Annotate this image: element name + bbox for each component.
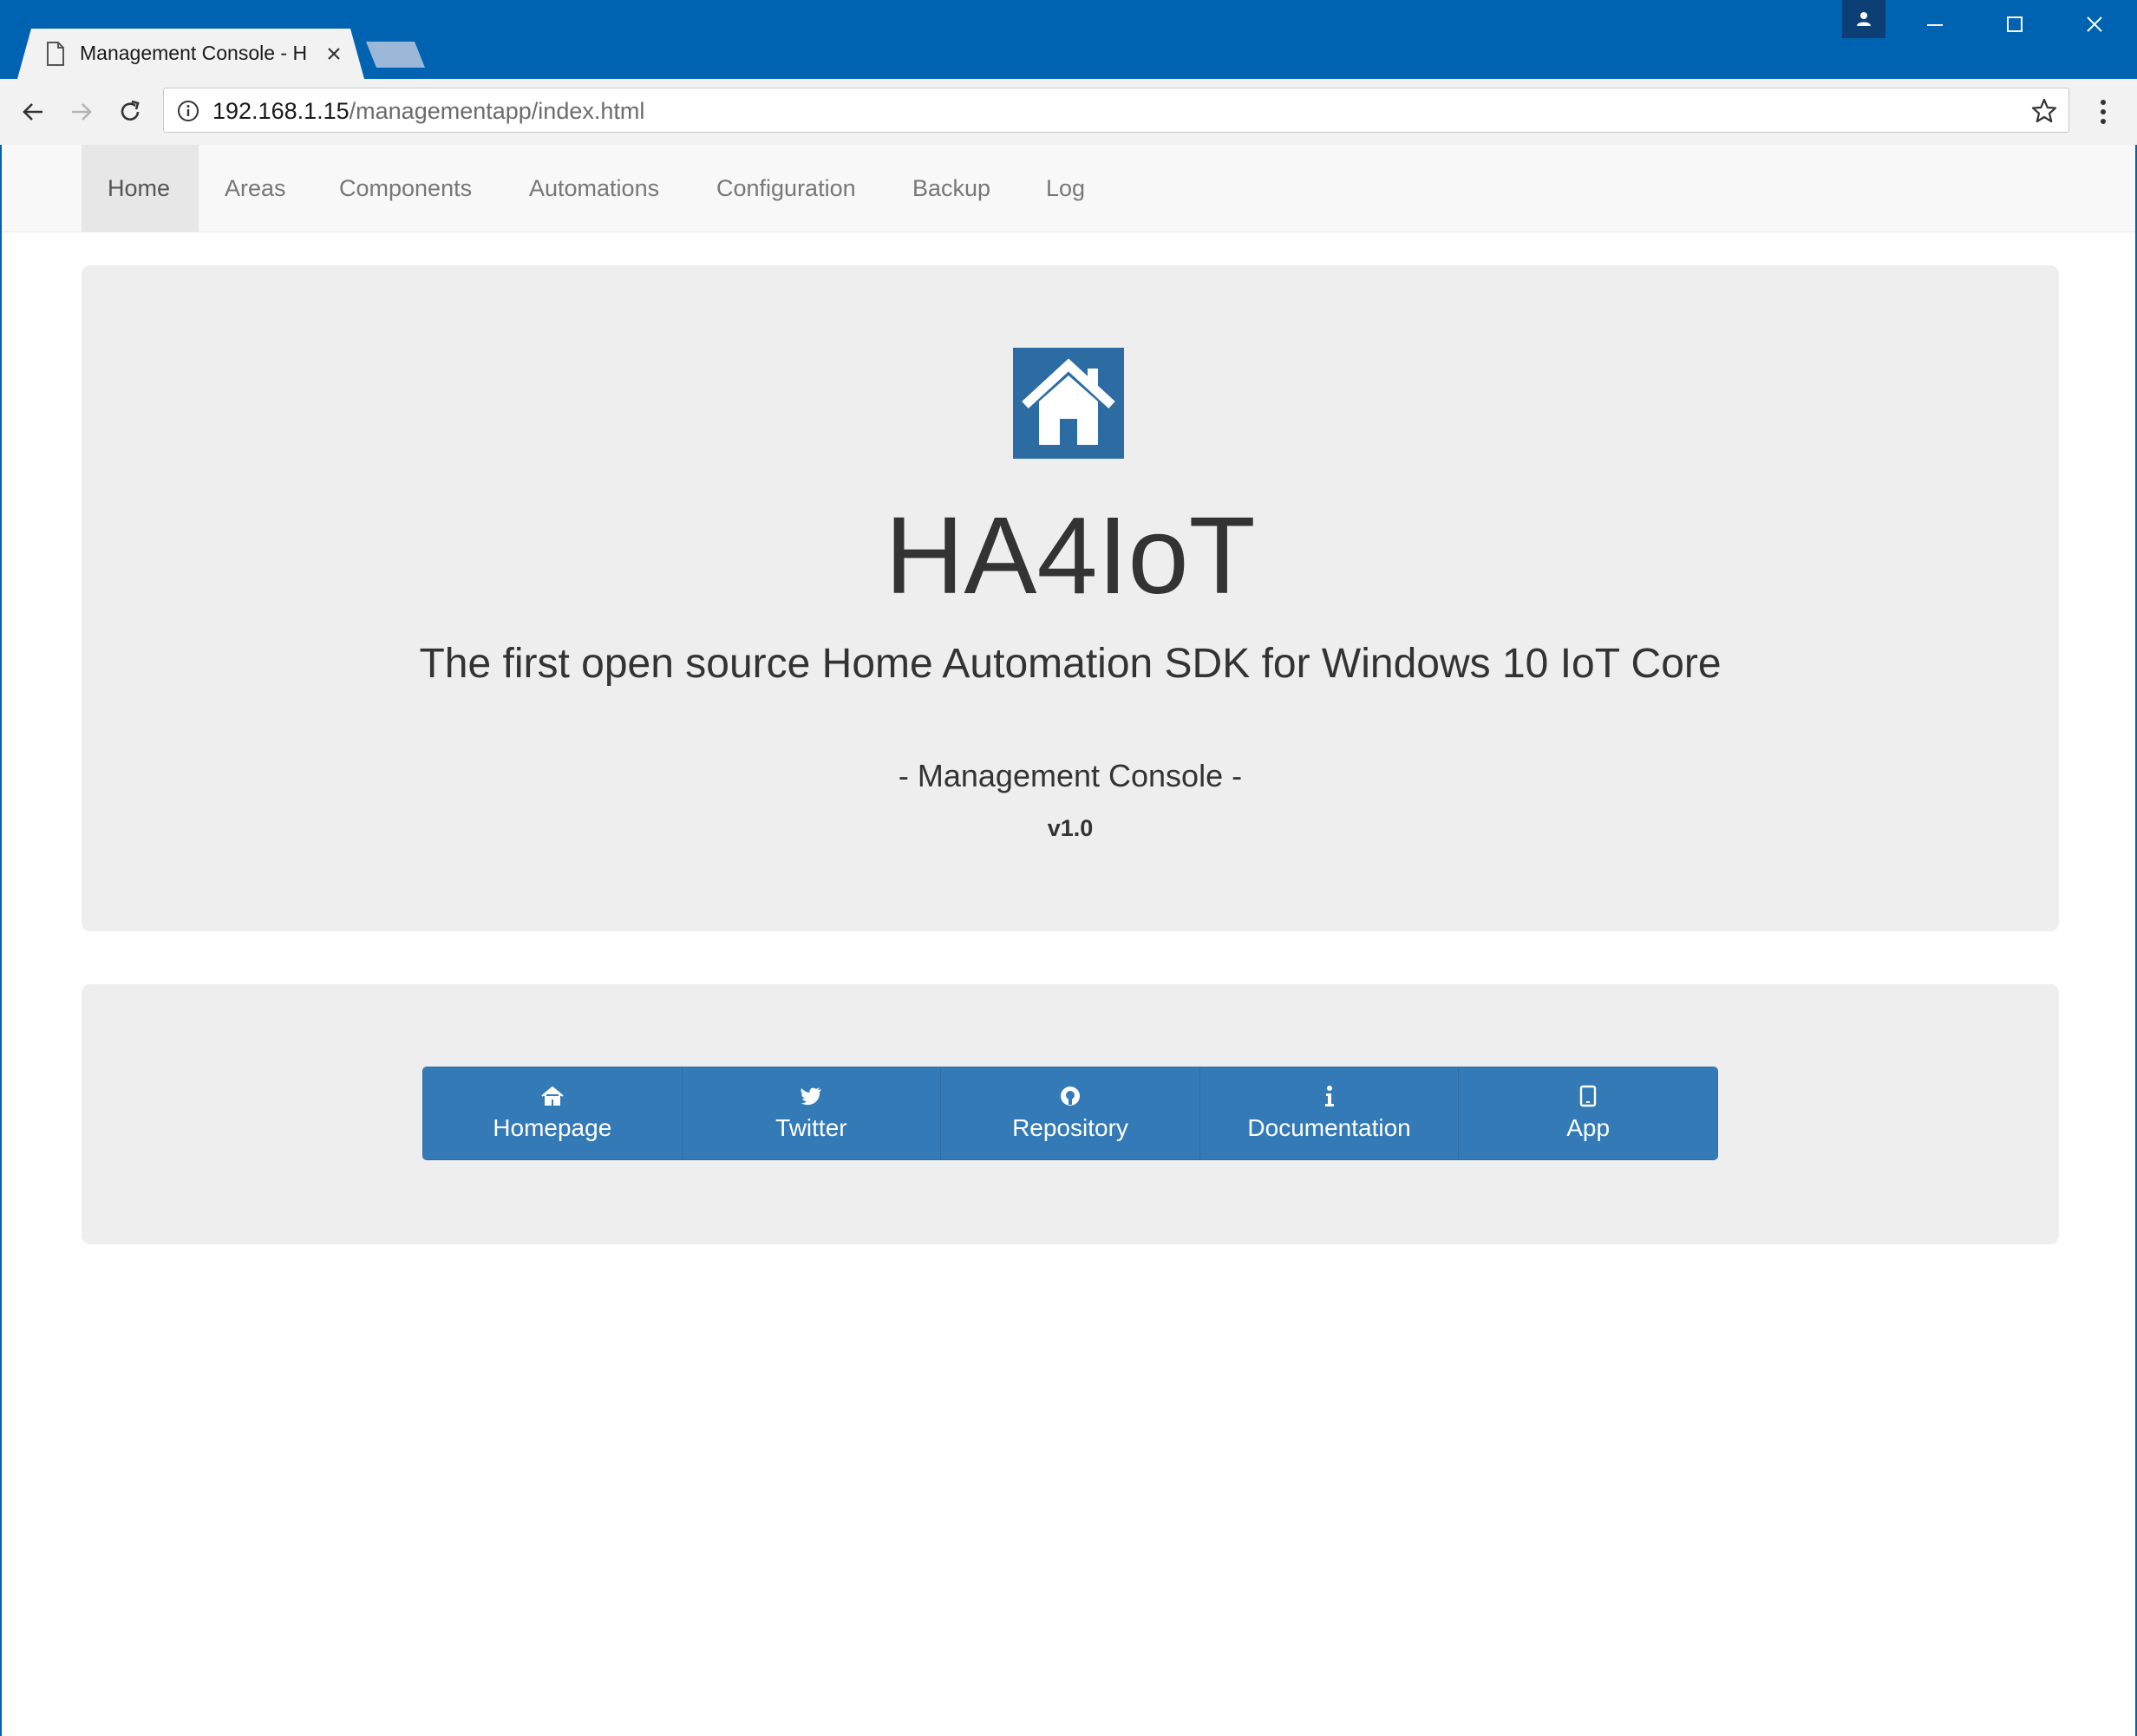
page-content: Home Areas Components Automations Config… — [0, 145, 2137, 1736]
homepage-button[interactable]: Homepage — [423, 1067, 683, 1159]
nav-areas[interactable]: Areas — [199, 145, 312, 232]
app-button[interactable]: App — [1459, 1067, 1717, 1159]
twitter-button[interactable]: Twitter — [682, 1067, 942, 1159]
back-arrow-icon — [23, 103, 42, 121]
app-title: HA4IoT — [885, 494, 1256, 617]
new-tab-button[interactable] — [366, 42, 425, 68]
minimize-button[interactable] — [1896, 0, 1974, 49]
nav-components[interactable]: Components — [313, 145, 498, 232]
home-icon — [1022, 358, 1115, 445]
tab-title: Management Console - H — [80, 42, 308, 64]
info-icon — [1318, 1085, 1341, 1107]
page-icon — [47, 42, 64, 66]
links-panel: Homepage Twitter Repository Documentatio… — [82, 984, 2059, 1244]
app-tagline: The first open source Home Automation SD… — [419, 641, 1722, 687]
app-version: v1.0 — [1047, 815, 1094, 841]
close-window-button[interactable] — [2055, 0, 2134, 49]
info-icon[interactable] — [176, 99, 200, 123]
hero-panel: HA4IoT The first open source Home Automa… — [82, 265, 2059, 931]
reload-icon — [121, 100, 140, 121]
browser-menu-icon[interactable] — [2090, 95, 2116, 129]
app-subtitle: - Management Console - — [898, 758, 1243, 793]
nav-backup[interactable]: Backup — [886, 145, 1016, 232]
top-navbar: Home Areas Components Automations Config… — [2, 145, 2135, 232]
maximize-button[interactable] — [1976, 0, 2054, 49]
github-icon — [1059, 1085, 1082, 1107]
browser-tab[interactable]: Management Console - H — [17, 29, 364, 79]
user-icon — [1857, 12, 1871, 26]
reload-button[interactable] — [111, 93, 149, 131]
maximize-icon — [2007, 16, 2023, 32]
home-icon — [541, 1085, 564, 1107]
nav-log[interactable]: Log — [1020, 145, 1111, 232]
close-tab-icon[interactable] — [321, 41, 347, 67]
forward-arrow-icon — [72, 103, 92, 121]
nav-automations[interactable]: Automations — [503, 145, 685, 232]
tablet-icon — [1577, 1085, 1599, 1107]
repository-button[interactable]: Repository — [941, 1067, 1200, 1159]
bookmark-star-icon[interactable] — [2030, 97, 2058, 125]
profile-button[interactable] — [1842, 0, 1885, 38]
close-icon — [2087, 16, 2102, 32]
url-text: 192.168.1.15/managementapp/index.html — [212, 98, 645, 124]
logo — [1013, 348, 1124, 459]
browser-toolbar: 192.168.1.15/managementapp/index.html — [0, 79, 2137, 146]
nav-configuration[interactable]: Configuration — [690, 145, 882, 232]
browser-titlebar: Management Console - H — [0, 0, 2137, 79]
forward-button[interactable] — [62, 93, 101, 131]
minimize-icon — [1927, 24, 1943, 26]
address-bar[interactable]: 192.168.1.15/managementapp/index.html — [163, 88, 2069, 133]
documentation-button[interactable]: Documentation — [1199, 1067, 1460, 1159]
nav-home[interactable]: Home — [82, 145, 199, 232]
twitter-icon — [800, 1085, 822, 1107]
back-button[interactable] — [14, 93, 52, 131]
links-button-group: Homepage Twitter Repository Documentatio… — [422, 1067, 1718, 1160]
